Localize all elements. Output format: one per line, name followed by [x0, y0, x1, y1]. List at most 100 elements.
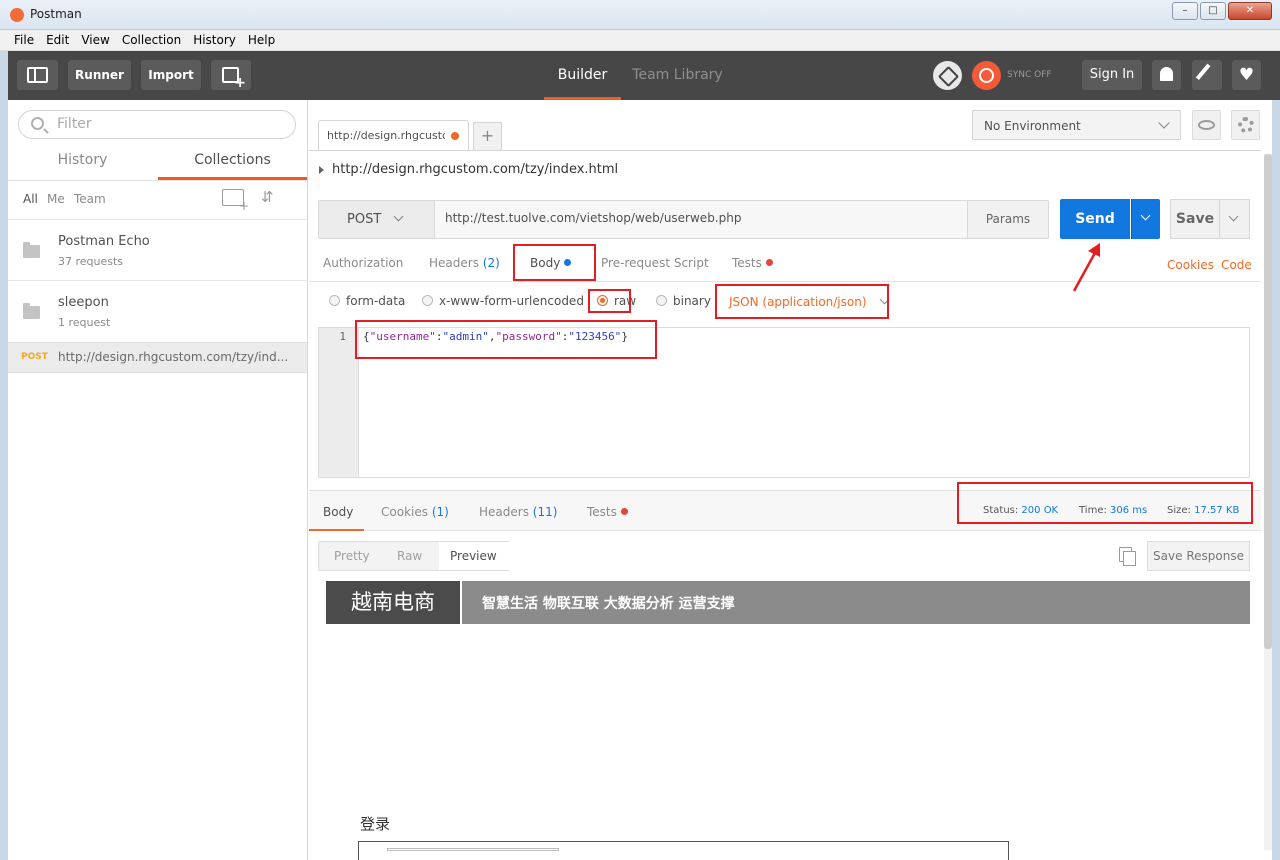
request-url-bar: POST Params	[318, 200, 1049, 239]
import-button[interactable]: Import	[141, 60, 201, 90]
tab-team-library[interactable]: Team Library	[630, 51, 725, 100]
radio-urlencoded[interactable]: x-www-form-urlencoded	[422, 294, 584, 308]
view-raw[interactable]: Raw	[397, 549, 422, 563]
history-request-item[interactable]: POST http://design.rhgcustom.com/tzy/ind…	[8, 342, 307, 373]
tab-history[interactable]: History	[8, 148, 157, 180]
filter-team[interactable]: Team	[74, 192, 106, 206]
params-button[interactable]: Params	[967, 201, 1048, 238]
radio-binary[interactable]: binary	[656, 294, 711, 308]
cookies-link[interactable]: Cookies	[1167, 258, 1214, 272]
collection-count: 1 request	[58, 316, 111, 329]
add-tab-button[interactable]: +	[473, 122, 502, 151]
new-collection-icon[interactable]	[222, 189, 249, 213]
chevron-down-icon	[1158, 117, 1170, 129]
sidebar: History Collections All Me Team ⇵ Postma…	[8, 100, 308, 860]
notifications-button[interactable]	[1152, 60, 1181, 90]
manage-environments-button[interactable]	[1231, 110, 1260, 140]
preview-banner: 越南电商 智慧生活 物联互联 大数据分析 运营支撑	[326, 581, 1250, 624]
tab-collections[interactable]: Collections	[158, 148, 307, 180]
copy-icon[interactable]	[1119, 547, 1136, 566]
response-tab-cookies[interactable]: Cookies (1)	[381, 505, 449, 519]
maximize-button[interactable]: □	[1200, 2, 1226, 20]
annotation-content-type	[715, 284, 889, 319]
editor-gutter: 1	[319, 328, 359, 477]
chevron-down-icon	[393, 211, 404, 222]
sign-in-button[interactable]: Sign In	[1082, 60, 1142, 90]
builder-main: http://design.rhgcustc + No Environment …	[309, 100, 1280, 860]
menu-help[interactable]: Help	[242, 30, 281, 50]
environment-select[interactable]: No Environment	[972, 110, 1181, 140]
heart-icon[interactable]: ♥	[1232, 60, 1261, 90]
annotation-response-stats	[957, 482, 1253, 524]
eye-icon	[1198, 120, 1215, 130]
menu-history[interactable]: History	[187, 30, 242, 50]
save-dropdown-button[interactable]	[1219, 199, 1250, 239]
interceptor-icon[interactable]	[933, 61, 962, 90]
save-response-button[interactable]: Save Response	[1147, 541, 1250, 571]
tab-pre-request-script[interactable]: Pre-request Script	[601, 256, 709, 270]
filter-input[interactable]	[57, 116, 277, 132]
view-preview[interactable]: Preview	[450, 549, 497, 563]
menu-file[interactable]: File	[8, 30, 40, 50]
sidebar-toggle-button[interactable]	[17, 60, 58, 90]
scrollbar-thumb[interactable]	[1264, 154, 1272, 649]
close-button[interactable]: ✕	[1228, 2, 1272, 20]
bell-icon	[1160, 67, 1173, 81]
preview-login-label: 登录	[360, 815, 391, 833]
chevron-down-icon	[1140, 210, 1151, 221]
radio-form-data[interactable]: form-data	[329, 294, 405, 308]
menu-view[interactable]: View	[75, 30, 115, 50]
filter-me[interactable]: Me	[47, 192, 65, 206]
send-dropdown-button[interactable]	[1131, 199, 1160, 239]
send-button[interactable]: Send	[1060, 199, 1130, 239]
response-tab-body[interactable]: Body	[323, 505, 353, 519]
divider	[8, 180, 307, 181]
response-tab-headers-label: Headers	[479, 505, 529, 519]
sync-icon[interactable]	[972, 61, 1001, 90]
radio-label: binary	[673, 294, 711, 308]
code-link[interactable]: Code	[1221, 258, 1252, 272]
annotation-json-body	[355, 320, 657, 359]
save-button[interactable]: Save	[1170, 199, 1220, 239]
response-tab-cookies-label: Cookies	[381, 505, 428, 519]
response-tab-tests[interactable]: Tests	[587, 505, 628, 519]
request-tab[interactable]: http://design.rhgcustc	[318, 120, 469, 151]
new-window-button[interactable]	[211, 60, 251, 90]
menu-collection[interactable]: Collection	[116, 30, 187, 50]
menu-edit[interactable]: Edit	[40, 30, 75, 50]
line-number: 1	[339, 330, 346, 343]
wrench-icon	[1195, 63, 1219, 87]
scrollbar[interactable]	[1264, 154, 1272, 850]
collection-item[interactable]: sleepon 1 request	[8, 280, 307, 342]
response-tab-headers[interactable]: Headers (11)	[479, 505, 557, 519]
filter-box	[18, 110, 296, 139]
collection-count: 37 requests	[58, 255, 124, 268]
request-title[interactable]: http://design.rhgcustom.com/tzy/index.ht…	[319, 162, 618, 177]
tests-indicator-dot	[765, 259, 773, 266]
tab-tests[interactable]: Tests	[732, 256, 773, 270]
collection-name: Postman Echo	[58, 234, 150, 249]
view-pretty[interactable]: Pretty	[334, 549, 370, 563]
tab-authorization[interactable]: Authorization	[323, 256, 403, 270]
tab-headers[interactable]: Headers (2)	[429, 256, 500, 270]
tab-builder[interactable]: Builder	[544, 51, 621, 100]
menu-bar: File Edit View Collection History Help	[0, 30, 1280, 51]
settings-button[interactable]	[1192, 60, 1222, 90]
tab-headers-label: Headers	[429, 256, 479, 270]
environment-quick-look-button[interactable]	[1192, 110, 1221, 140]
request-url: http://design.rhgcustom.com/tzy/ind...	[58, 350, 288, 364]
radio-icon	[329, 295, 340, 306]
sort-icon[interactable]: ⇵	[261, 188, 274, 206]
chevron-down-icon	[1228, 211, 1239, 222]
postman-logo-icon	[10, 8, 24, 22]
collection-item[interactable]: Postman Echo 37 requests	[8, 219, 307, 280]
filter-all[interactable]: All	[23, 192, 38, 206]
url-input[interactable]	[445, 211, 965, 225]
method-select[interactable]: POST	[319, 201, 435, 238]
request-method-badge: POST	[21, 352, 48, 362]
response-tab-tests-label: Tests	[587, 505, 617, 519]
minimize-button[interactable]: –	[1172, 2, 1198, 20]
folder-icon	[23, 303, 40, 319]
runner-button[interactable]: Runner	[68, 60, 131, 90]
sync-status: SYNC OFF	[1007, 70, 1052, 80]
